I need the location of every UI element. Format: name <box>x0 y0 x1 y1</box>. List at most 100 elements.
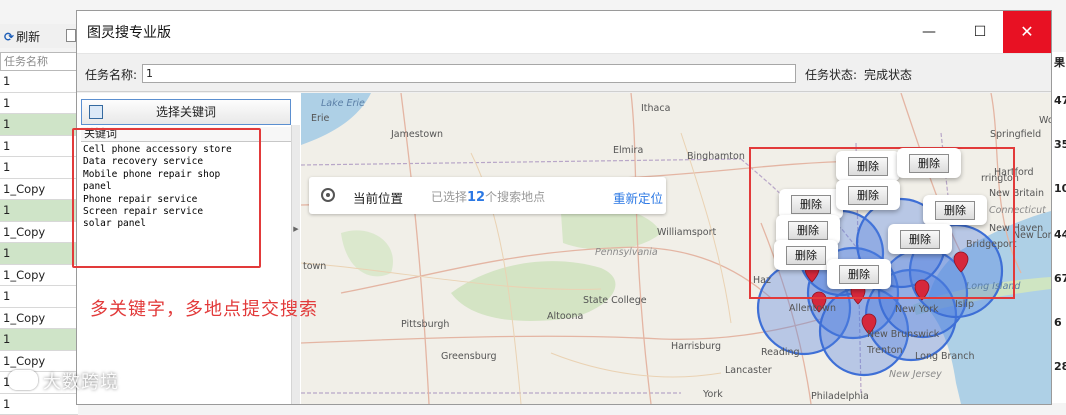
place-label-new-york: New York <box>895 304 939 315</box>
task-table-row[interactable]: 1 <box>0 157 78 179</box>
task-table-row[interactable]: 1 <box>0 286 78 308</box>
place-label-lancaster: Lancaster <box>725 365 772 376</box>
place-label-trenton: Trenton <box>867 345 903 356</box>
watermark-logo-icon <box>8 370 38 390</box>
place-label-york: York <box>703 389 723 400</box>
delete-button[interactable]: 删除 <box>786 246 826 265</box>
place-label-allentown: Allentown <box>789 303 836 314</box>
place-label-wo: Wo <box>1039 115 1051 126</box>
result-value: 28 <box>1054 360 1066 373</box>
task-table-row[interactable]: 1 <box>0 71 78 93</box>
select-keywords-button[interactable]: 选择关键词 <box>81 99 291 125</box>
place-label-reading: Reading <box>761 347 800 358</box>
place-label-pennsylvania: Pennsylvania <box>595 247 658 258</box>
task-table-body: 111111_Copy11_Copy11_Copy11_Copy11_Copy1… <box>0 71 78 415</box>
result-value: 44 <box>1054 228 1066 241</box>
watermark-text: 大数跨境 <box>43 372 119 393</box>
task-table-row[interactable]: 1_Copy <box>0 222 78 244</box>
keyword-list-icon <box>89 105 103 119</box>
window-title: 图灵搜专业版 <box>87 22 171 42</box>
task-table-row[interactable]: 1 <box>0 93 78 115</box>
place-label-town: town <box>303 261 326 272</box>
place-label-binghamton: Binghamton <box>687 151 745 162</box>
annotation-box-keywords <box>72 128 261 268</box>
current-location-label: 当前位置 <box>353 188 403 207</box>
place-label-long-branch: Long Branch <box>915 351 975 362</box>
task-table-header: 任务名称 <box>0 52 78 71</box>
annotation-text: 多关键字，多地点提交搜索 <box>90 295 318 321</box>
place-label-new-jersey: New Jersey <box>889 369 942 380</box>
place-label-pittsburgh: Pittsburgh <box>401 319 449 330</box>
forest-area <box>451 261 615 321</box>
place-label-greensburg: Greensburg <box>441 351 497 362</box>
selected-count: 12 <box>467 190 485 205</box>
delete-button[interactable]: 删除 <box>900 230 940 249</box>
locate-icon[interactable] <box>321 188 335 202</box>
task-name-label: 任务名称: <box>85 66 137 83</box>
task-table-row[interactable]: 1 <box>0 114 78 136</box>
selected-suffix: 个搜索地点 <box>485 190 545 204</box>
divider <box>77 91 1051 92</box>
task-status-value: 完成状态 <box>864 66 912 83</box>
title-bar[interactable]: 图灵搜专业版 — ☐ ✕ <box>77 11 1051 54</box>
place-label-new-london: New Lon <box>1013 230 1051 241</box>
minimize-button[interactable]: — <box>907 11 951 53</box>
delete-button[interactable]: 删除 <box>935 201 975 220</box>
task-table-row[interactable]: 1 <box>0 136 78 158</box>
selected-prefix: 已选择 <box>431 190 467 204</box>
delete-button[interactable]: 删除 <box>788 221 828 240</box>
result-value: 6 <box>1054 316 1062 329</box>
place-label-philadelphia: Philadelphia <box>811 391 869 402</box>
task-table-row[interactable]: 1 <box>0 394 78 415</box>
scroll-arrow-icon: ▶ <box>292 225 300 233</box>
marker-popup: 删除 <box>888 224 952 254</box>
task-table-row[interactable]: 1 <box>0 329 78 351</box>
refresh-button[interactable]: ⟳刷新 <box>4 28 40 45</box>
map-view[interactable]: Ithaca Jamestown Elmira Binghamton Sprin… <box>301 93 1051 404</box>
place-label-state-college: State College <box>583 295 647 306</box>
refresh-label: 刷新 <box>16 30 40 44</box>
document-icon[interactable] <box>66 29 76 42</box>
marker-popup: 删除 <box>836 180 900 210</box>
place-label-ithaca: Ithaca <box>641 103 670 114</box>
watermark: 大数跨境 <box>8 368 119 394</box>
keyword-scrollbar[interactable]: ▶ <box>291 125 300 404</box>
place-label-williamsport: Williamsport <box>657 227 716 238</box>
place-label-harrisburg: Harrisburg <box>671 341 721 352</box>
place-label-jamestown: Jamestown <box>391 129 443 140</box>
task-table-row[interactable]: 1 <box>0 200 78 222</box>
task-name-input[interactable]: 1 <box>142 64 796 83</box>
delete-button[interactable]: 删除 <box>909 154 949 173</box>
delete-button[interactable]: 删除 <box>848 157 888 176</box>
place-label-lake-erie: Lake Erie <box>321 98 365 109</box>
marker-popup: 删除 <box>897 148 961 178</box>
location-bar: 当前位置 已选择12个搜索地点 重新定位 <box>309 177 666 214</box>
marker-popup: 删除 <box>836 151 900 181</box>
task-table-row[interactable]: 1_Copy <box>0 265 78 287</box>
result-value: 10 <box>1054 182 1066 195</box>
delete-button[interactable]: 删除 <box>791 195 831 214</box>
relocate-link[interactable]: 重新定位 <box>613 188 663 207</box>
task-table: 任务名称 111111_Copy11_Copy11_Copy11_Copy11_… <box>0 52 78 415</box>
close-button[interactable]: ✕ <box>1003 11 1051 53</box>
place-label-elmira: Elmira <box>613 145 643 156</box>
task-table-row[interactable]: 1_Copy <box>0 179 78 201</box>
result-value: 47 <box>1054 94 1066 107</box>
maximize-button[interactable]: ☐ <box>958 11 1002 53</box>
task-table-row[interactable]: 1 <box>0 243 78 265</box>
place-label-springfield: Springfield <box>990 129 1041 140</box>
place-label-altoona: Altoona <box>547 311 583 322</box>
place-label-new-brunswick: New Brunswick <box>867 329 939 340</box>
marker-popup: 删除 <box>827 259 891 289</box>
result-value: 67 <box>1054 272 1066 285</box>
result-column-header: 果 <box>1054 54 1065 70</box>
delete-button[interactable]: 删除 <box>848 186 888 205</box>
result-value: 35 <box>1054 138 1066 151</box>
select-keywords-label: 选择关键词 <box>156 105 216 119</box>
delete-button[interactable]: 删除 <box>839 265 879 284</box>
task-table-row[interactable]: 1_Copy <box>0 308 78 330</box>
selected-count-text: 已选择12个搜索地点 <box>431 188 545 205</box>
place-label-islip: Islip <box>955 299 974 310</box>
place-label-erie: Erie <box>311 113 329 124</box>
marker-popup: 删除 <box>923 195 987 225</box>
